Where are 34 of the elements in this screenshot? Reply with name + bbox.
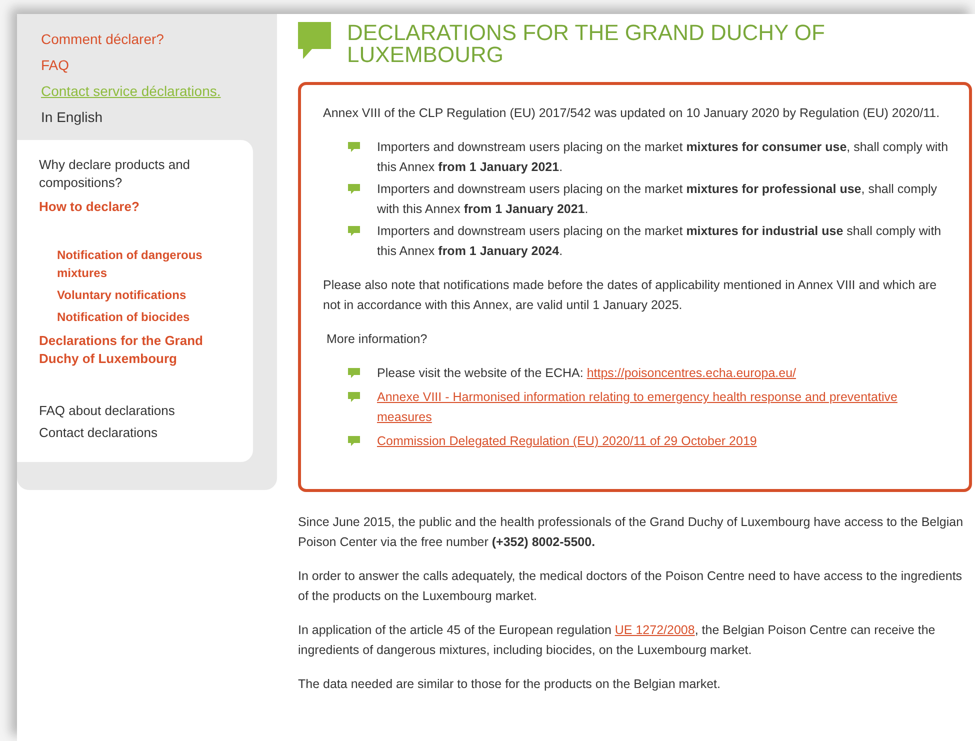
bullet-text: Importers and downstream users placing on the market mixtures for professional use, shall comply with this Annex from 1 January 2021.	[377, 181, 938, 218]
link-text: Please visit the website of the ECHA: https://poisoncentres.echa.europa.eu/	[377, 365, 796, 382]
nav-sublink[interactable]: Voluntary notifications	[57, 286, 233, 304]
website-link[interactable]: https://poisoncentres.echa.europa.eu/	[586, 366, 796, 380]
bullet-icon	[347, 225, 361, 237]
nav-link[interactable]: Declarations for the Grand Duchy of Luxembourg	[39, 332, 233, 368]
more-info-heading: More information?	[325, 331, 428, 348]
bullet-text: Importers and downstream users placing on the market mixtures for industrial use shall comply with this Annex from 1 January 2024.	[377, 223, 942, 260]
bullet-icon	[347, 391, 361, 403]
bullet-icon	[347, 183, 361, 195]
bullet-icon	[347, 141, 361, 153]
nav-link[interactable]: Why declare products and compositions?	[39, 156, 233, 192]
sidebar-link[interactable]: Comment déclarer?	[41, 30, 277, 48]
document-link[interactable]: Annexe VIII - Harmonised information relating to emergency health response and preventative measures	[377, 387, 949, 427]
document-link[interactable]: Commission Delegated Regulation (EU) 2020/11 of 29 October 2019	[377, 431, 757, 451]
page-title: DECLARATIONS FOR THE GRAND DUCHY OF LUXEMBOURG	[347, 22, 826, 66]
body-paragraph: The data needed are similar to those for the products on the Belgian market.	[298, 676, 722, 693]
nav-link[interactable]: Contact declarations	[39, 424, 233, 442]
body-paragraph: Since June 2015, the public and the health professionals of the Grand Duchy of Luxembourg have access to the Belgian Poison Center via the free number (+352) 8002-5500.	[298, 514, 964, 551]
notice-note: Please also note that notifications made before the dates of applicability mentioned in Annex VIII and which are not in accordance with this Annex, are valid until 1 January 2025.	[323, 277, 938, 314]
nav-sublink[interactable]: Notification of dangerous mixtures	[57, 246, 233, 282]
notice-intro: Annex VIII of the CLP Regulation (EU) 2017/542 was updated on 10 January 2020 by Regulation (EU) 2020/11.	[323, 105, 941, 122]
body-paragraph: In application of the article 45 of the European regulation UE 1272/2008, the Belgian Poison Centre can receive the ingredients of dangerous mixtures, including biocides, on the Luxembourg market.	[298, 622, 936, 659]
speech-bubble-icon	[298, 22, 331, 60]
sidebar-link[interactable]: FAQ	[41, 56, 277, 74]
bullet-icon	[347, 435, 361, 447]
nav-sublink[interactable]: Notification of biocides	[57, 308, 233, 326]
nav-link[interactable]: How to declare?	[39, 198, 233, 216]
sidebar-link[interactable]: In English	[41, 108, 277, 126]
bullet-icon	[347, 367, 361, 379]
nav-link[interactable]: FAQ about declarations	[39, 402, 233, 420]
bullet-text: Importers and downstream users placing on the market mixtures for consumer use, shall comply with this Annex from 1 January 2021.	[377, 139, 949, 176]
regulation-link[interactable]: UE 1272/2008	[614, 623, 695, 637]
body-paragraph: In order to answer the calls adequately, the medical doctors of the Poison Centre need to have access to the ingredients of the products on the Luxembourg market.	[298, 568, 964, 605]
